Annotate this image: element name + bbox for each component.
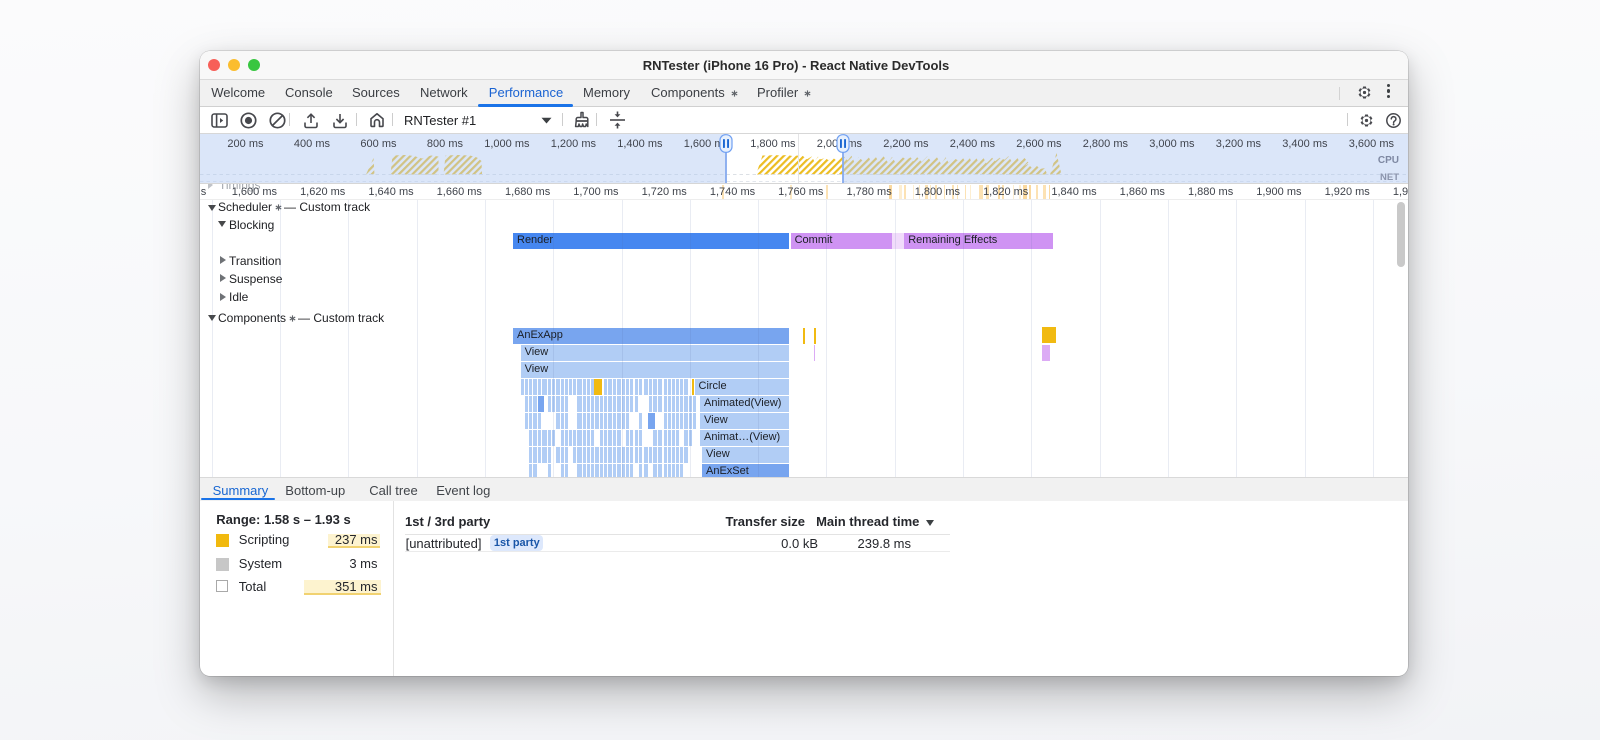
svg-text:600 ms: 600 ms [360, 138, 397, 150]
svg-text:2,800 ms: 2,800 ms [1083, 138, 1129, 150]
svg-text:CPU: CPU [1378, 155, 1399, 166]
svg-text:2,600 ms: 2,600 ms [1016, 138, 1062, 150]
svg-text:3,200 ms: 3,200 ms [1216, 138, 1262, 150]
svg-text:NET: NET [1380, 172, 1399, 183]
svg-text:2,200 ms: 2,200 ms [883, 138, 929, 150]
svg-text:3,400 ms: 3,400 ms [1282, 138, 1328, 150]
svg-text:3,600 ms: 3,600 ms [1349, 138, 1395, 150]
svg-text:1,400 ms: 1,400 ms [617, 138, 663, 150]
svg-text:1,800 ms: 1,800 ms [750, 138, 796, 150]
svg-text:2,400 ms: 2,400 ms [950, 138, 996, 150]
svg-text:1,000 ms: 1,000 ms [484, 138, 530, 150]
svg-text:800 ms: 800 ms [427, 138, 464, 150]
svg-text:400 ms: 400 ms [294, 138, 331, 150]
svg-text:1,200 ms: 1,200 ms [551, 138, 597, 150]
svg-text:200 ms: 200 ms [227, 138, 264, 150]
svg-text:3,000 ms: 3,000 ms [1149, 138, 1195, 150]
